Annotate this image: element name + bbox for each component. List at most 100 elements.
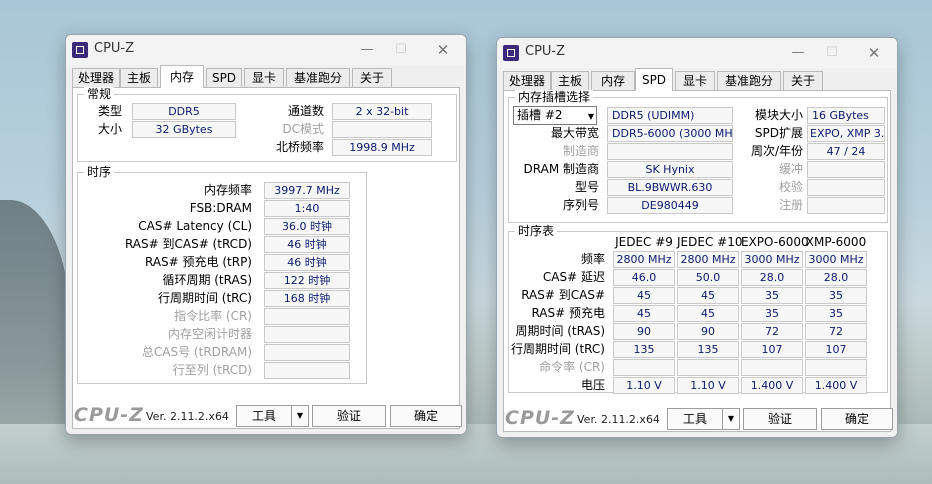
ok-button[interactable]: 确定 <box>390 405 462 427</box>
bottom-bar: CPU-Z Ver. 2.11.2.x64 工具 ▼ 验证 确定 <box>497 401 897 437</box>
table-cell: 107 <box>805 341 867 358</box>
table-cell: 1.400 V <box>741 377 803 394</box>
table-cell: 2800 MHz <box>613 251 675 268</box>
table-cell <box>677 359 739 376</box>
tab-bench[interactable]: 基准跑分 <box>286 68 350 87</box>
timing-value <box>264 308 350 325</box>
timing-value: 168 时钟 <box>264 290 350 307</box>
timing-label: 指令比率 (CR) <box>174 309 252 323</box>
table-cell: 35 <box>805 305 867 322</box>
timing-label: CAS# Latency (CL) <box>138 219 252 233</box>
tools-dropdown-arrow[interactable]: ▼ <box>291 405 309 427</box>
tab-cpu[interactable]: 处理器 <box>72 68 120 87</box>
tab-graphics[interactable]: 显卡 <box>244 68 284 87</box>
tab-spd[interactable]: SPD <box>206 68 242 87</box>
table-cell: 28.0 <box>741 269 803 286</box>
part-number-label: 型号 <box>574 180 599 194</box>
tab-memory[interactable]: 内存 <box>591 71 635 90</box>
manufacturer-value <box>607 143 733 160</box>
tools-dropdown-arrow[interactable]: ▼ <box>722 408 740 430</box>
size-value: 32 GBytes <box>132 121 236 138</box>
table-cell: 35 <box>741 287 803 304</box>
tab-about[interactable]: 关于 <box>352 68 392 87</box>
tab-bench[interactable]: 基准跑分 <box>717 71 781 90</box>
title-bar[interactable]: CPU-Z — ☐ ✕ <box>66 35 466 65</box>
registered-label: 注册 <box>778 198 803 212</box>
tab-memory[interactable]: 内存 <box>160 65 204 88</box>
bottom-bar: CPU-Z Ver. 2.11.2.x64 工具 ▼ 验证 确定 <box>66 398 466 434</box>
version-text: Ver. 2.11.2.x64 <box>146 410 229 423</box>
tab-cpu[interactable]: 处理器 <box>503 71 551 90</box>
dram-mfr-value: SK Hynix <box>607 161 733 178</box>
table-cell <box>741 359 803 376</box>
dc-mode-value <box>332 121 432 138</box>
tab-panel-memory: 常规 类型 DDR5 大小 32 GBytes 通道数 2 x 32-bit D… <box>72 87 460 429</box>
timing-label: 总CAS号 (tRDRAM) <box>141 345 252 359</box>
channels-label: 通道数 <box>287 104 324 118</box>
maximize-icon[interactable]: ☐ <box>815 41 849 65</box>
tab-mainboard[interactable]: 主板 <box>120 68 158 87</box>
tab-bar: 处理器 主板 内存 SPD 显卡 基准跑分 关于 <box>503 68 891 91</box>
tab-about[interactable]: 关于 <box>783 71 823 90</box>
timing-value <box>264 344 350 361</box>
minimize-icon[interactable]: — <box>781 41 815 65</box>
table-cell <box>805 359 867 376</box>
week-year-label: 周次/年份 <box>750 144 803 158</box>
close-icon[interactable]: ✕ <box>857 41 891 65</box>
dc-mode-label: DC模式 <box>282 122 324 136</box>
cpuz-window-spd: CPU-Z — ☐ ✕ 处理器 主板 内存 SPD 显卡 基准跑分 关于 内存插… <box>496 37 898 438</box>
column-header: EXPO-6000 <box>741 235 809 249</box>
title-bar[interactable]: CPU-Z — ☐ ✕ <box>497 38 897 68</box>
tools-button[interactable]: 工具 <box>667 408 723 430</box>
tab-graphics[interactable]: 显卡 <box>675 71 715 90</box>
table-cell: 46.0 <box>613 269 675 286</box>
week-year-value: 47 / 24 <box>807 143 885 160</box>
slot-select[interactable]: 插槽 #2 ▼ <box>513 106 597 125</box>
timings-group: 时序 内存频率 3997.7 MHz FSB:DRAM 1:40 CAS# La… <box>77 165 367 384</box>
timing-value: 36.0 时钟 <box>264 218 350 235</box>
cpuz-app-icon <box>72 42 88 58</box>
slot-group-title: 内存插槽选择 <box>515 90 594 104</box>
window-title: CPU-Z <box>94 41 135 56</box>
minimize-icon[interactable]: — <box>350 38 384 62</box>
ok-button[interactable]: 确定 <box>821 408 893 430</box>
timing-value <box>264 326 350 343</box>
cpuz-window-memory: CPU-Z — ☐ ✕ 处理器 主板 内存 SPD 显卡 基准跑分 关于 常规 … <box>65 34 467 435</box>
row-label: RAS# 预充电 <box>531 306 605 320</box>
dram-mfr-label: DRAM 制造商 <box>523 162 599 176</box>
timing-value: 46 时钟 <box>264 236 350 253</box>
table-cell: 45 <box>613 305 675 322</box>
column-header: JEDEC #9 <box>615 235 673 249</box>
timing-label: FSB:DRAM <box>189 201 252 215</box>
row-label: CAS# 延迟 <box>542 270 605 284</box>
size-label: 大小 <box>97 122 122 136</box>
validate-button[interactable]: 验证 <box>312 405 386 427</box>
column-header: JEDEC #10 <box>677 235 743 249</box>
table-cell: 45 <box>677 287 739 304</box>
close-icon[interactable]: ✕ <box>426 38 460 62</box>
nb-freq-label: 北桥频率 <box>275 140 324 154</box>
timing-label: RAS# 到CAS# (tRCD) <box>124 237 252 251</box>
window-title: CPU-Z <box>525 44 566 59</box>
tab-spd[interactable]: SPD <box>635 68 673 91</box>
correction-label: 校验 <box>778 180 803 194</box>
validate-button[interactable]: 验证 <box>743 408 817 430</box>
tab-mainboard[interactable]: 主板 <box>551 71 589 90</box>
column-header: XMP-6000 <box>805 235 867 249</box>
maximize-icon[interactable]: ☐ <box>384 38 418 62</box>
timing-value: 46 时钟 <box>264 254 350 271</box>
table-cell <box>613 359 675 376</box>
tab-bar: 处理器 主板 内存 SPD 显卡 基准跑分 关于 <box>72 65 460 88</box>
table-cell: 3000 MHz <box>805 251 867 268</box>
row-label: 周期时间 (tRAS) <box>515 324 605 338</box>
row-label: 行周期时间 (tRC) <box>510 342 605 356</box>
nb-freq-value: 1998.9 MHz <box>332 139 432 156</box>
timing-label: 内存频率 <box>203 183 252 197</box>
timing-label: 行周期时间 (tRC) <box>157 291 252 305</box>
registered-value <box>807 197 885 214</box>
tools-button[interactable]: 工具 <box>236 405 292 427</box>
slot-group: 内存插槽选择 插槽 #2 ▼ DDR5 (UDIMM) 模块大小 16 GByt… <box>508 90 888 223</box>
part-number-value: BL.9BWWR.630 <box>607 179 733 196</box>
table-cell: 1.400 V <box>805 377 867 394</box>
row-label: 命令率 (CR) <box>539 360 605 374</box>
